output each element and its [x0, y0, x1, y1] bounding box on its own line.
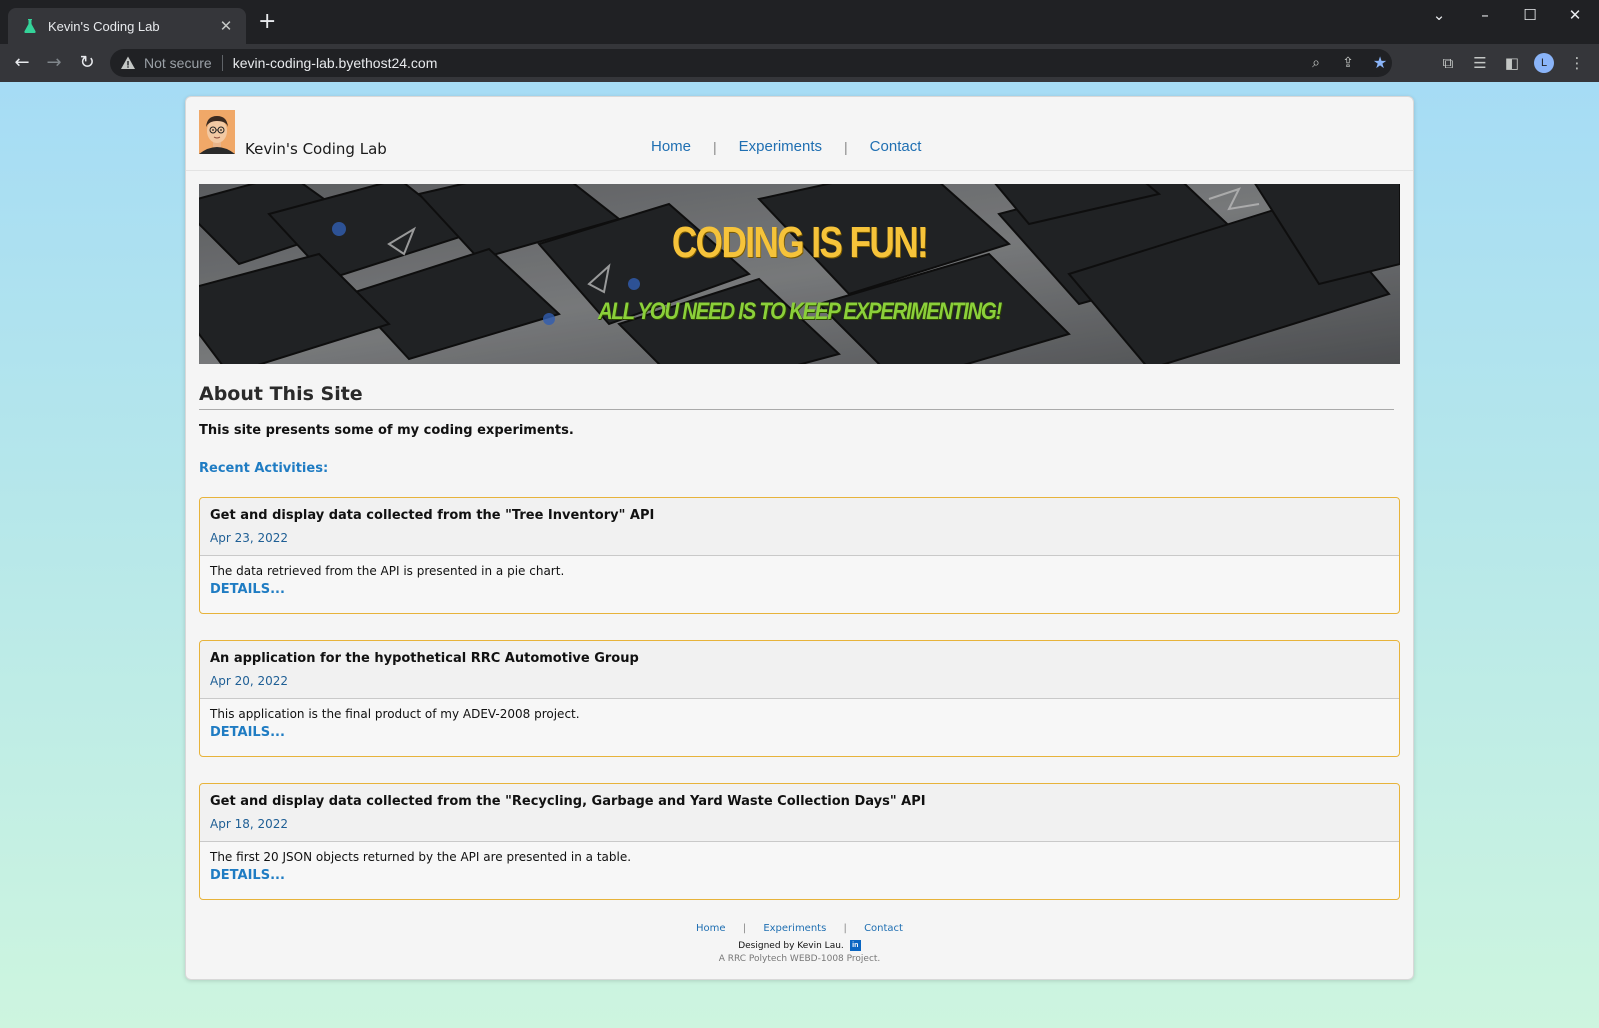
about-heading: About This Site	[199, 383, 1394, 410]
site-footer: Home | Experiments | Contact Designed by…	[186, 923, 1413, 964]
tab-search-icon[interactable]: ⌄	[1424, 6, 1454, 24]
tab-title: Kevin's Coding Lab	[48, 18, 160, 34]
activity-card-body: The data retrieved from the API is prese…	[200, 556, 1399, 597]
activity-card-body: The first 20 JSON objects returned by th…	[200, 842, 1399, 883]
footer-nav-separator: |	[843, 923, 847, 934]
main-nav: Home | Experiments | Contact	[651, 138, 921, 155]
linkedin-icon[interactable]: in	[849, 940, 861, 951]
back-arrow-icon[interactable]: ←	[10, 51, 34, 75]
about-text: This site presents some of my coding exp…	[199, 423, 574, 438]
project-credit: A RRC Polytech WEBD-1008 Project.	[718, 954, 881, 964]
activity-card-header: An application for the hypothetical RRC …	[200, 641, 1399, 699]
bookmark-star-icon[interactable]: ★	[1370, 53, 1390, 73]
nav-home-link[interactable]: Home	[651, 138, 691, 155]
zoom-icon[interactable]: ⌕	[1306, 53, 1326, 73]
activity-details-link[interactable]: DETAILS...	[210, 725, 285, 740]
new-tab-button[interactable]: +	[258, 11, 276, 33]
activity-details-link[interactable]: DETAILS...	[210, 868, 285, 883]
designed-by: Designed by Kevin Lau. in	[186, 940, 1413, 951]
avatar[interactable]	[199, 110, 235, 154]
security-label[interactable]: Not secure	[144, 55, 212, 71]
activity-description: This application is the final product of…	[210, 707, 580, 721]
activity-card: Get and display data collected from the …	[199, 783, 1400, 900]
site-header: Kevin's Coding Lab Home | Experiments | …	[186, 97, 1413, 171]
tab-close-button[interactable]: ✕	[216, 17, 236, 35]
maximize-icon[interactable]: ☐	[1515, 6, 1545, 24]
designed-by-text: Designed by Kevin Lau.	[738, 940, 844, 951]
banner-subline: ALL YOU NEED IS TO KEEP EXPERIMENTING!	[597, 298, 1002, 325]
footer-experiments-link[interactable]: Experiments	[763, 923, 826, 934]
page-viewport: Kevin's Coding Lab Home | Experiments | …	[0, 82, 1599, 1028]
profile-avatar[interactable]: L	[1534, 53, 1554, 73]
omnibox-divider	[221, 55, 223, 71]
activity-date: Apr 23, 2022	[210, 531, 289, 545]
activity-card-body: This application is the final product of…	[200, 699, 1399, 740]
nav-separator: |	[844, 138, 848, 155]
activity-date: Apr 18, 2022	[210, 817, 289, 831]
side-panel-icon[interactable]: ◧	[1502, 53, 1522, 73]
footer-contact-link[interactable]: Contact	[864, 923, 903, 934]
reading-list-icon[interactable]: ☰	[1470, 53, 1490, 73]
activity-card-header: Get and display data collected from the …	[200, 784, 1399, 842]
reload-icon[interactable]: ↻	[75, 51, 99, 75]
browser-tab-strip: Kevin's Coding Lab ✕ + ⌄ – ☐ ✕	[0, 0, 1599, 44]
share-icon[interactable]: ⇪	[1338, 53, 1358, 73]
extensions-icon[interactable]: ⧉	[1438, 53, 1458, 73]
close-window-icon[interactable]: ✕	[1560, 6, 1590, 24]
minimize-icon[interactable]: –	[1470, 6, 1500, 24]
footer-home-link[interactable]: Home	[696, 923, 726, 934]
site-title: Kevin's Coding Lab	[245, 140, 387, 158]
site-container: Kevin's Coding Lab Home | Experiments | …	[185, 96, 1414, 980]
activity-title: Get and display data collected from the …	[210, 508, 655, 523]
url-text[interactable]: kevin-coding-lab.byethost24.com	[233, 55, 438, 71]
footer-nav: Home | Experiments | Contact	[186, 923, 1413, 934]
activity-card: Get and display data collected from the …	[199, 497, 1400, 614]
footer-nav-separator: |	[742, 923, 747, 934]
flask-icon	[24, 19, 36, 33]
activity-description: The first 20 JSON objects returned by th…	[210, 850, 632, 864]
hero-banner: CODING IS FUN! ALL YOU NEED IS TO KEEP E…	[199, 184, 1400, 364]
activity-card: An application for the hypothetical RRC …	[199, 640, 1400, 757]
nav-separator: |	[713, 138, 717, 155]
browser-tab[interactable]: Kevin's Coding Lab ✕	[8, 8, 246, 44]
activity-description: The data retrieved from the API is prese…	[210, 564, 565, 578]
activity-title: An application for the hypothetical RRC …	[210, 651, 639, 666]
keyboard-photo	[199, 184, 1400, 364]
activity-title: Get and display data collected from the …	[210, 794, 926, 809]
nav-experiments-link[interactable]: Experiments	[739, 138, 822, 155]
activity-date: Apr 20, 2022	[210, 674, 289, 688]
recent-activities-heading: Recent Activities:	[199, 461, 329, 476]
nav-contact-link[interactable]: Contact	[870, 138, 922, 155]
activity-details-link[interactable]: DETAILS...	[210, 582, 285, 597]
activity-card-header: Get and display data collected from the …	[200, 498, 1399, 556]
browser-toolbar: ← → ↻ Not secure kevin-coding-lab.byetho…	[0, 44, 1599, 82]
forward-arrow-icon[interactable]: →	[42, 51, 66, 75]
address-bar[interactable]: Not secure kevin-coding-lab.byethost24.c…	[110, 49, 1392, 77]
menu-dots-icon[interactable]: ⋮	[1567, 53, 1587, 73]
warning-icon	[121, 56, 135, 69]
banner-headline: CODING IS FUN!	[671, 218, 929, 267]
